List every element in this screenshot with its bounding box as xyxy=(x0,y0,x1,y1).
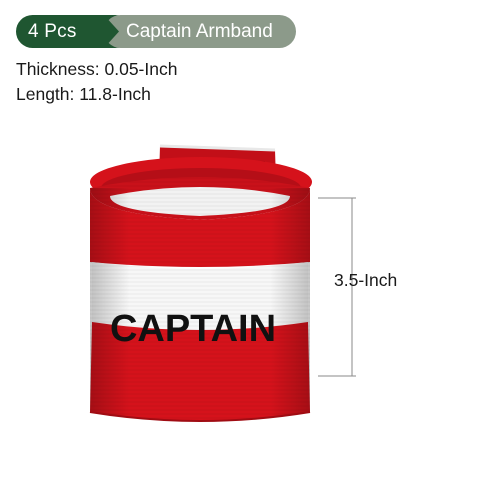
product-image-canvas: 4 Pcs Captain Armband Thickness: 0.05-In… xyxy=(0,0,500,500)
captain-lettering: CAPTAIN xyxy=(110,308,276,350)
armband-illustration: CAPTAIN xyxy=(89,144,356,422)
height-dimension-label: 3.5-Inch xyxy=(334,270,398,290)
band-front xyxy=(89,177,311,422)
